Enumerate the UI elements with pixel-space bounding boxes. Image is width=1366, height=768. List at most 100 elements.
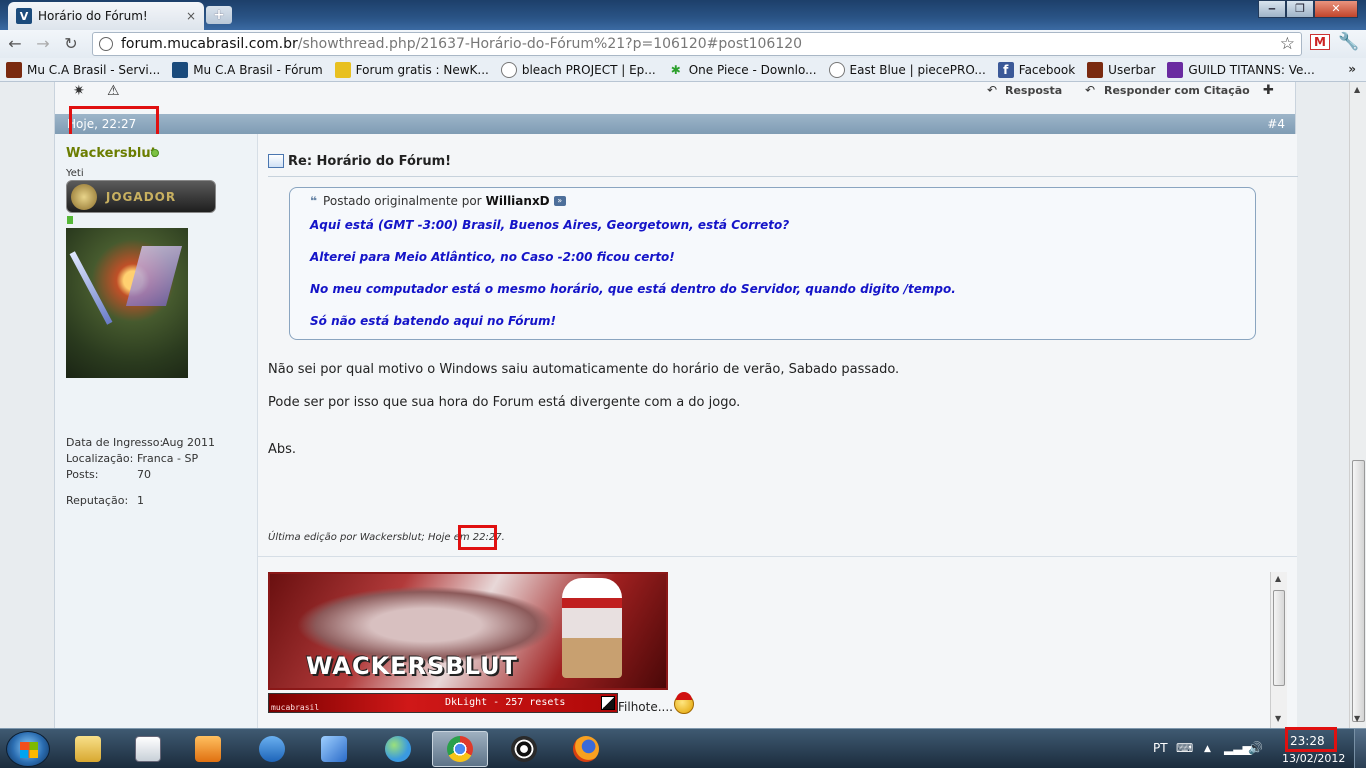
page-globe-icon [99, 37, 113, 51]
bookmarks-overflow-icon[interactable]: » [1348, 62, 1356, 76]
start-button[interactable] [6, 731, 50, 767]
media-player-icon [195, 736, 221, 762]
address-bar[interactable]: forum.mucabrasil.com.br/showthread.php/2… [92, 32, 1302, 56]
scroll-thumb[interactable] [1352, 460, 1365, 722]
clock-date[interactable]: 13/02/2012 [1282, 752, 1345, 765]
reply-arrow-icon: ↶ [987, 83, 998, 97]
highlight-box [1285, 727, 1337, 752]
reputation-value: 1 [137, 494, 144, 507]
vbulletin-favicon-icon: V [16, 8, 32, 24]
folder-icon [75, 736, 101, 762]
forum-container: ✷ ⚠ ↶ Resposta ↶ Responder com Citação ✚… [54, 82, 1298, 728]
taskbar-eye-app[interactable] [496, 731, 552, 767]
post-header-bar: Hoje, 22:27 #4 [55, 114, 1295, 134]
tab-close-icon[interactable]: × [186, 9, 196, 23]
guild-icon [1167, 61, 1184, 78]
close-window-button[interactable]: ✕ [1314, 0, 1358, 18]
bookmark-item[interactable]: East Blue | piecePRO... [828, 61, 986, 78]
quote-reply-icon: ↶ [1085, 83, 1096, 97]
taskbar-teamviewer[interactable] [244, 731, 300, 767]
post-number-link[interactable]: #4 [1267, 117, 1285, 131]
mu-icon [1087, 61, 1104, 78]
bookmark-star-icon[interactable]: ☆ [1280, 34, 1295, 54]
quote-line: No meu computador está o mesmo horário, … [310, 282, 956, 296]
bookmark-item[interactable]: Mu C.A Brasil - Fórum [172, 61, 323, 78]
bookmark-item[interactable]: Mu C.A Brasil - Servi... [6, 61, 160, 78]
bookmark-item[interactable]: f Facebook [997, 61, 1075, 78]
location-value: Franca - SP [137, 452, 199, 465]
reload-button[interactable]: ↻ [60, 33, 82, 55]
back-button[interactable]: ← [4, 33, 26, 55]
teamviewer-icon [259, 736, 285, 762]
scroll-down-icon[interactable]: ▼ [1354, 714, 1360, 723]
posts-label: Posts: [66, 468, 99, 481]
page-scrollbar[interactable]: ▲ ▼ [1349, 82, 1366, 728]
browser-toolbar: ← → ↻ forum.mucabrasil.com.br/showthread… [0, 30, 1366, 58]
scroll-up-icon[interactable]: ▲ [1275, 574, 1281, 583]
avatar[interactable] [66, 228, 188, 378]
taskbar-notepad[interactable] [120, 731, 176, 767]
gmail-icon[interactable]: M [1310, 34, 1330, 50]
scroll-down-icon[interactable]: ▼ [1275, 714, 1281, 723]
signature-caption: Filhote.... [618, 700, 673, 714]
language-indicator[interactable]: PT [1153, 741, 1168, 755]
title-divider [268, 176, 1298, 177]
new-tab-button[interactable]: + [206, 6, 232, 24]
firefox-icon [573, 736, 599, 762]
signature-divider [258, 556, 1297, 557]
globe-icon [500, 61, 517, 78]
taskbar-media-player[interactable] [180, 731, 236, 767]
url-path: /showthread.php/21637-Horário-do-Fórum%2… [297, 36, 803, 52]
quote-prefix: Postado originalmente por [323, 194, 482, 208]
show-desktop-button[interactable] [1354, 729, 1366, 768]
taskbar-explorer[interactable] [60, 731, 116, 767]
quote-header: ❝ Postado originalmente por WillianxD » [310, 194, 566, 208]
signature-scrollbar[interactable]: ▲ ▼ [1270, 572, 1287, 728]
posts-value: 70 [137, 468, 151, 481]
multiquote-icon[interactable]: ✚ [1263, 83, 1274, 98]
taskbar-messenger[interactable] [370, 731, 426, 767]
quote-reply-button[interactable]: Responder com Citação [1104, 84, 1250, 97]
reputation-label: Reputação: [66, 494, 129, 507]
bookmark-item[interactable]: Forum gratis : NewK... [334, 61, 489, 78]
edited-prefix: Última edição por Wackersblut; Hoje em [268, 532, 470, 543]
show-hidden-icons-icon[interactable]: ▲ [1204, 744, 1211, 754]
browser-tab[interactable]: V Horário do Fórum! × [8, 2, 204, 30]
online-status-icon [151, 149, 159, 157]
forumgratis-icon [334, 61, 351, 78]
smiley-icon [674, 692, 694, 714]
reply-button[interactable]: Resposta [1005, 84, 1062, 97]
bookmark-item[interactable]: bleach PROJECT | Ep... [500, 61, 656, 78]
browser-titlebar: V Horário do Fórum! × + ‒ ❐ ✕ [0, 0, 1366, 30]
bookmarks-bar: Mu C.A Brasil - Servi... Mu C.A Brasil -… [0, 58, 1366, 82]
chrome-icon [447, 736, 473, 762]
taskbar-network[interactable] [306, 731, 362, 767]
maximize-button[interactable]: ❐ [1286, 0, 1314, 18]
facebook-icon: f [997, 61, 1014, 78]
globe-icon [828, 61, 845, 78]
scroll-up-icon[interactable]: ▲ [1354, 85, 1360, 94]
bookmark-item[interactable]: ✱ One Piece - Downlo... [668, 62, 817, 78]
bookmark-item[interactable]: Userbar [1087, 61, 1155, 78]
windows-taskbar: PT ⌨ ▲ ▂▃▅ 🔊 23:28 13/02/2012 [0, 727, 1366, 768]
username-link[interactable]: Wackersblut [66, 146, 157, 161]
url-host: forum.mucabrasil.com.br [121, 36, 298, 52]
thanks-icon[interactable]: ✷ [73, 83, 85, 99]
bookmark-item[interactable]: GUILD TITANNS: Ve... [1167, 61, 1315, 78]
location-label: Localização: [66, 452, 134, 465]
scroll-thumb[interactable] [1273, 590, 1285, 686]
forward-button[interactable]: → [32, 33, 54, 55]
minimize-button[interactable]: ‒ [1258, 0, 1286, 18]
wrench-menu-icon[interactable]: 🔧 [1338, 32, 1359, 52]
rank-badge: JOGADOR [66, 180, 216, 213]
banner-name: WACKERSBLUT [306, 652, 518, 680]
post-user-info: Wackersblut Yeti JOGADOR Data de Ingress… [55, 134, 258, 728]
taskbar-chrome[interactable] [432, 731, 488, 767]
post-text-line: Não sei por qual motivo o Windows saiu a… [268, 362, 900, 377]
volume-icon[interactable]: 🔊 [1248, 741, 1263, 755]
avatar-wing [125, 246, 183, 306]
report-icon[interactable]: ⚠ [107, 83, 120, 99]
keyboard-icon[interactable]: ⌨ [1176, 741, 1193, 755]
taskbar-firefox[interactable] [558, 731, 614, 767]
view-post-arrow-icon[interactable]: » [553, 196, 566, 206]
